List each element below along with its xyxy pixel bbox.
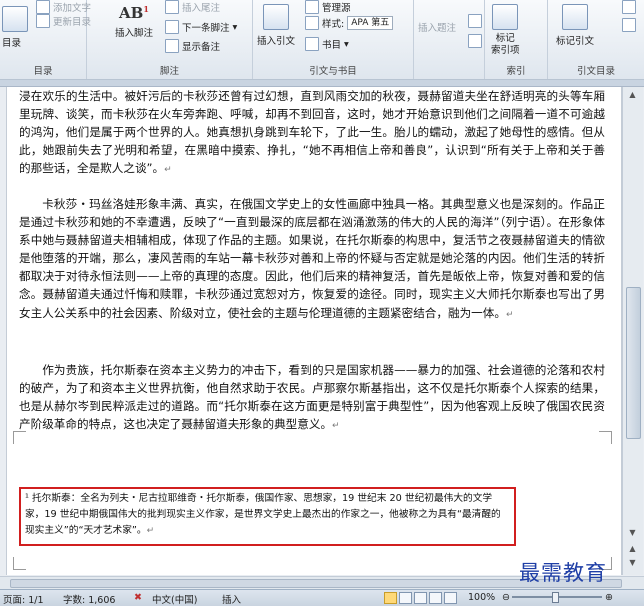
show-notes-button[interactable]: 显示备注 xyxy=(165,39,220,53)
style-value: APA 第五 xyxy=(347,16,394,30)
insert-endnote-button[interactable]: 插入尾注 xyxy=(165,0,220,14)
show-notes-icon xyxy=(165,39,179,53)
insert-footnote-label: 插入脚注 xyxy=(115,28,154,39)
index-group-label: 索引 xyxy=(506,66,526,77)
watermark: 最需教育 xyxy=(519,561,607,585)
bibliography-label: 书目 xyxy=(322,40,342,51)
update-toc-label: 更新目录 xyxy=(53,17,92,28)
mark-citation-label: 标记引文 xyxy=(556,36,595,47)
word-count[interactable]: 字数: 1,606 xyxy=(63,592,115,606)
toc-group-label: 目录 xyxy=(33,66,53,77)
language-indicator[interactable]: 中文(中国) xyxy=(152,592,197,606)
toc-button[interactable]: 目录 xyxy=(2,6,28,49)
toa-insert-icon[interactable] xyxy=(622,0,636,14)
insert-caption-button[interactable]: 插入题注 xyxy=(418,20,456,34)
insert-citation-label: 插入引文 xyxy=(257,36,296,47)
citations-group: 插入引文 管理源 样式: APA 第五 书目 ▾ 引文与书目 xyxy=(253,0,414,79)
show-notes-label: 显示备注 xyxy=(182,42,221,53)
paragraph: 卡秋莎・玛丝洛娃形象丰满、真实，在俄国文学史上的女性画廊中独具一格。其典型意义也… xyxy=(19,197,605,320)
captions-group: 插入题注 xyxy=(414,0,485,79)
footnote-group: AB1 插入脚注 插入尾注 下一条脚注 ▾ 显示备注 脚注 xyxy=(87,0,253,79)
footnote-group-label: 脚注 xyxy=(159,66,179,77)
toc-group: 目录 添加文字 更新目录 目录 xyxy=(0,0,91,79)
next-page-icon[interactable]: ▼ xyxy=(626,557,639,569)
insert-mode-indicator[interactable]: 插入 xyxy=(222,592,241,606)
toa-group: 标记引文 引文目录 xyxy=(548,0,644,79)
status-bar: 页面: 1/1 字数: 1,606 ✖ 中文(中国) 插入 100% ⊖ ⊕ xyxy=(0,589,644,606)
endnote-icon xyxy=(165,0,179,14)
ruler[interactable] xyxy=(0,80,644,87)
toa-group-label: 引文目录 xyxy=(576,66,615,77)
footnote-text[interactable]: ¹ 托尔斯泰：全名为列夫・尼古拉耶维奇・托尔斯泰，俄国作家、思想家，19 世纪末… xyxy=(25,491,510,539)
paragraph-mark: ↵ xyxy=(332,421,340,432)
next-footnote-icon xyxy=(165,20,179,34)
insert-caption-label: 插入题注 xyxy=(418,23,457,34)
footnote-ab-icon: AB1 xyxy=(119,4,149,22)
next-footnote-label: 下一条脚注 xyxy=(182,23,230,34)
vertical-scroll-thumb[interactable] xyxy=(626,287,641,439)
toa-update-icon[interactable] xyxy=(622,18,636,32)
add-text-label: 添加文字 xyxy=(53,3,92,14)
web-layout-view-button[interactable] xyxy=(414,592,427,604)
crop-mark xyxy=(599,431,612,444)
citation-icon xyxy=(263,4,289,30)
bibliography-button[interactable]: 书目 ▾ xyxy=(305,37,349,51)
next-footnote-button[interactable]: 下一条脚注 ▾ xyxy=(165,20,237,34)
style-icon xyxy=(305,16,319,30)
footnote-highlight-box: ¹ 托尔斯泰：全名为列夫・尼古拉耶维奇・托尔斯泰，俄国作家、思想家，19 世纪末… xyxy=(19,487,516,546)
manage-sources-label: 管理源 xyxy=(322,3,351,14)
zoom-in-icon[interactable]: ⊕ xyxy=(605,592,613,603)
vertical-scrollbar[interactable]: ▲ ▼ ▲ ▼ xyxy=(622,87,643,575)
citations-group-label: 引文与书目 xyxy=(309,66,357,77)
mark-citation-button[interactable]: 标记引文 xyxy=(556,4,594,47)
paragraph-mark: ↵ xyxy=(505,309,514,320)
ribbon: 目录 添加文字 更新目录 目录 AB1 插入脚注 插入尾注 下一条脚注 ▾ 显示… xyxy=(0,0,644,80)
zoom-slider[interactable] xyxy=(512,592,602,603)
cross-reference-icon[interactable] xyxy=(468,34,482,48)
paragraph: 作为贵族，托尔斯泰在资本主义势力的冲击下，看到的只是国家机器——暴力的加强、社会… xyxy=(19,363,605,432)
scroll-up-icon[interactable]: ▲ xyxy=(626,89,639,101)
style-label: 样式: xyxy=(322,19,345,30)
paragraph: 浸在欢乐的生活中。被奸污后的卡秋莎还曾有过幻想，直到风雨交加的秋夜，聂赫留道夫坐… xyxy=(19,89,605,176)
toc-icon xyxy=(2,6,28,32)
mark-entry-label: 标记 索引项 xyxy=(491,33,520,56)
citation-style-select[interactable]: 样式: APA 第五 xyxy=(305,16,394,30)
update-toc-button[interactable]: 更新目录 xyxy=(36,14,91,28)
page-count[interactable]: 页面: 1/1 xyxy=(3,592,44,606)
add-text-button[interactable]: 添加文字 xyxy=(36,0,91,14)
print-layout-view-button[interactable] xyxy=(384,592,397,604)
paragraph-mark: ↵ xyxy=(164,165,172,176)
outline-view-button[interactable] xyxy=(429,592,442,604)
insert-citation-button[interactable]: 插入引文 xyxy=(257,4,295,47)
proofing-icon[interactable]: ✖ xyxy=(134,592,142,603)
paragraph-mark: ↵ xyxy=(146,526,155,536)
insert-endnote-label: 插入尾注 xyxy=(182,3,221,14)
bibliography-icon xyxy=(305,37,319,51)
full-screen-view-button[interactable] xyxy=(399,592,412,604)
mark-entry-icon xyxy=(492,4,519,30)
mark-citation-icon xyxy=(562,4,588,30)
zoom-level[interactable]: 100% xyxy=(468,592,495,603)
toc-label: 目录 xyxy=(2,38,22,49)
crop-mark xyxy=(13,557,26,570)
zoom-slider-knob[interactable] xyxy=(552,592,559,603)
scroll-down-icon[interactable]: ▼ xyxy=(626,527,639,539)
manage-sources-icon xyxy=(305,0,319,14)
update-toc-icon xyxy=(36,14,50,28)
index-group: 标记 索引项 索引 xyxy=(485,0,548,79)
mark-entry-button[interactable]: 标记 索引项 xyxy=(491,4,520,57)
crop-mark xyxy=(13,431,26,444)
zoom-out-icon[interactable]: ⊖ xyxy=(502,592,510,603)
prev-page-icon[interactable]: ▲ xyxy=(626,543,639,555)
draft-view-button[interactable] xyxy=(444,592,457,604)
manage-sources-button[interactable]: 管理源 xyxy=(305,0,351,14)
chevron-down-icon: ▾ xyxy=(232,21,238,33)
insert-footnote-button[interactable]: AB1 插入脚注 xyxy=(115,4,153,39)
caption-icon[interactable] xyxy=(468,14,482,28)
chevron-down-icon: ▾ xyxy=(344,38,349,50)
add-text-icon xyxy=(36,0,50,14)
document-page[interactable]: 浸在欢乐的生活中。被奸污后的卡秋莎还曾有过幻想，直到风雨交加的秋夜，聂赫留道夫坐… xyxy=(6,87,622,575)
